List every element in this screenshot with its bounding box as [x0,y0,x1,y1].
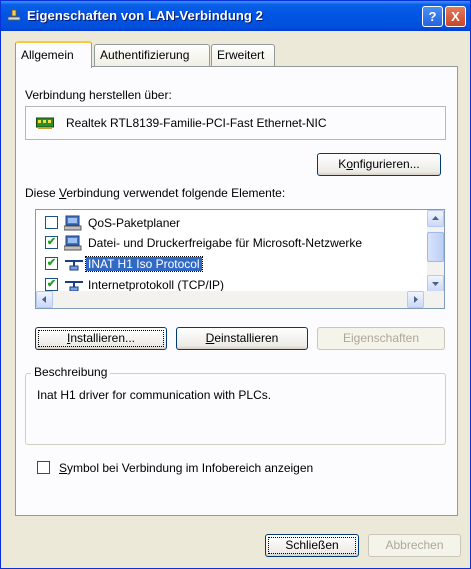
network-connection-icon [7,9,21,21]
close-window-button[interactable]: X [445,6,466,27]
component-label: Datei- und Druckerfreigabe für Microsoft… [88,236,363,250]
component-label: Internetprotokoll (TCP/IP) [88,278,225,292]
list-item-file-printer-sharing[interactable]: ✔ Datei- und Druckerfreigabe für Microso… [36,233,424,253]
component-checkbox[interactable]: ✔ [45,257,58,270]
vertical-scrollbar[interactable] [427,210,444,292]
configure-button[interactable]: Konfigurieren... [317,153,441,176]
network-adapter-icon [36,117,54,129]
tab-label: Allgemein [21,48,74,62]
component-checkbox[interactable]: ✔ [45,236,58,249]
description-text: Inat H1 driver for communication with PL… [37,388,272,402]
scroll-thumb[interactable] [427,232,444,262]
window-title: Eigenschaften von LAN-Verbindung 2 [27,8,263,23]
close-button[interactable]: Schließen [265,534,359,557]
show-icon-accesskey: S [59,461,68,475]
components-label-post: erbindung verwendet folgende Elemente: [66,186,286,200]
title-bar[interactable]: Eigenschaften von LAN-Verbindung 2 ? X [1,1,470,31]
install-label-post: nstallieren... [70,331,136,345]
scroll-up-button[interactable] [427,210,444,227]
show-icon-checkbox[interactable] [37,461,50,474]
component-checkbox[interactable] [45,216,58,229]
component-label: INAT H1 Iso Protocol [85,256,203,272]
adapter-box: Realtek RTL8139-Familie-PCI-Fast Etherne… [25,106,446,140]
component-checkbox[interactable]: ✔ [45,278,58,291]
components-label: Diese Verbindung verwendet folgende Elem… [25,186,285,200]
show-icon-label[interactable]: Symbol bei Verbindung im Infobereich anz… [59,461,313,475]
components-list[interactable]: QoS-Paketplaner ✔ Datei- und Druckerfrei… [35,209,445,309]
configure-label-post: nfigurieren... [353,157,420,171]
list-item-inat-h1[interactable]: ✔ INAT H1 Iso Protocol [36,254,424,274]
properties-dialog: Eigenschaften von LAN-Verbindung 2 ? X A… [0,0,471,569]
description-group [25,373,446,445]
uninstall-accesskey: D [205,331,215,345]
arrow-up-icon [432,216,439,220]
network-service-icon [64,235,82,251]
adapter-name: Realtek RTL8139-Familie-PCI-Fast Etherne… [66,116,327,130]
uninstall-button[interactable]: Deinstallieren [176,327,308,350]
uninstall-label-post: einstallieren [214,331,279,345]
horizontal-scrollbar[interactable] [36,291,444,308]
scroll-down-button[interactable] [427,275,444,292]
scroll-right-button[interactable] [407,291,424,308]
connect-using-label: Verbindung herstellen über: [25,88,172,102]
network-service-icon [64,215,82,231]
arrow-right-icon [414,296,418,303]
tab-authentication[interactable]: Authentifizierung [94,44,210,66]
component-label: QoS-Paketplaner [88,216,181,230]
install-button[interactable]: Installieren... [35,327,167,350]
cancel-button[interactable]: Abbrechen [368,534,461,557]
scroll-left-button[interactable] [36,291,53,308]
show-icon-label-post: ymbol bei Verbindung im Infobereich anze… [67,461,314,475]
arrow-left-icon [42,296,46,303]
tab-label: Authentifizierung [100,48,190,62]
protocol-icon [65,260,83,271]
arrow-down-icon [432,282,439,286]
tab-general[interactable]: Allgemein [15,41,92,68]
description-title: Beschreibung [31,365,111,379]
help-button[interactable]: ? [422,6,443,27]
configure-accesskey: o [346,157,353,171]
tab-advanced[interactable]: Erweitert [211,44,275,66]
list-item-qos[interactable]: QoS-Paketplaner [36,213,424,233]
properties-button[interactable]: Eigenschaften [317,327,445,350]
components-label-pre: Diese [25,186,60,200]
tab-label: Erweitert [217,48,265,62]
